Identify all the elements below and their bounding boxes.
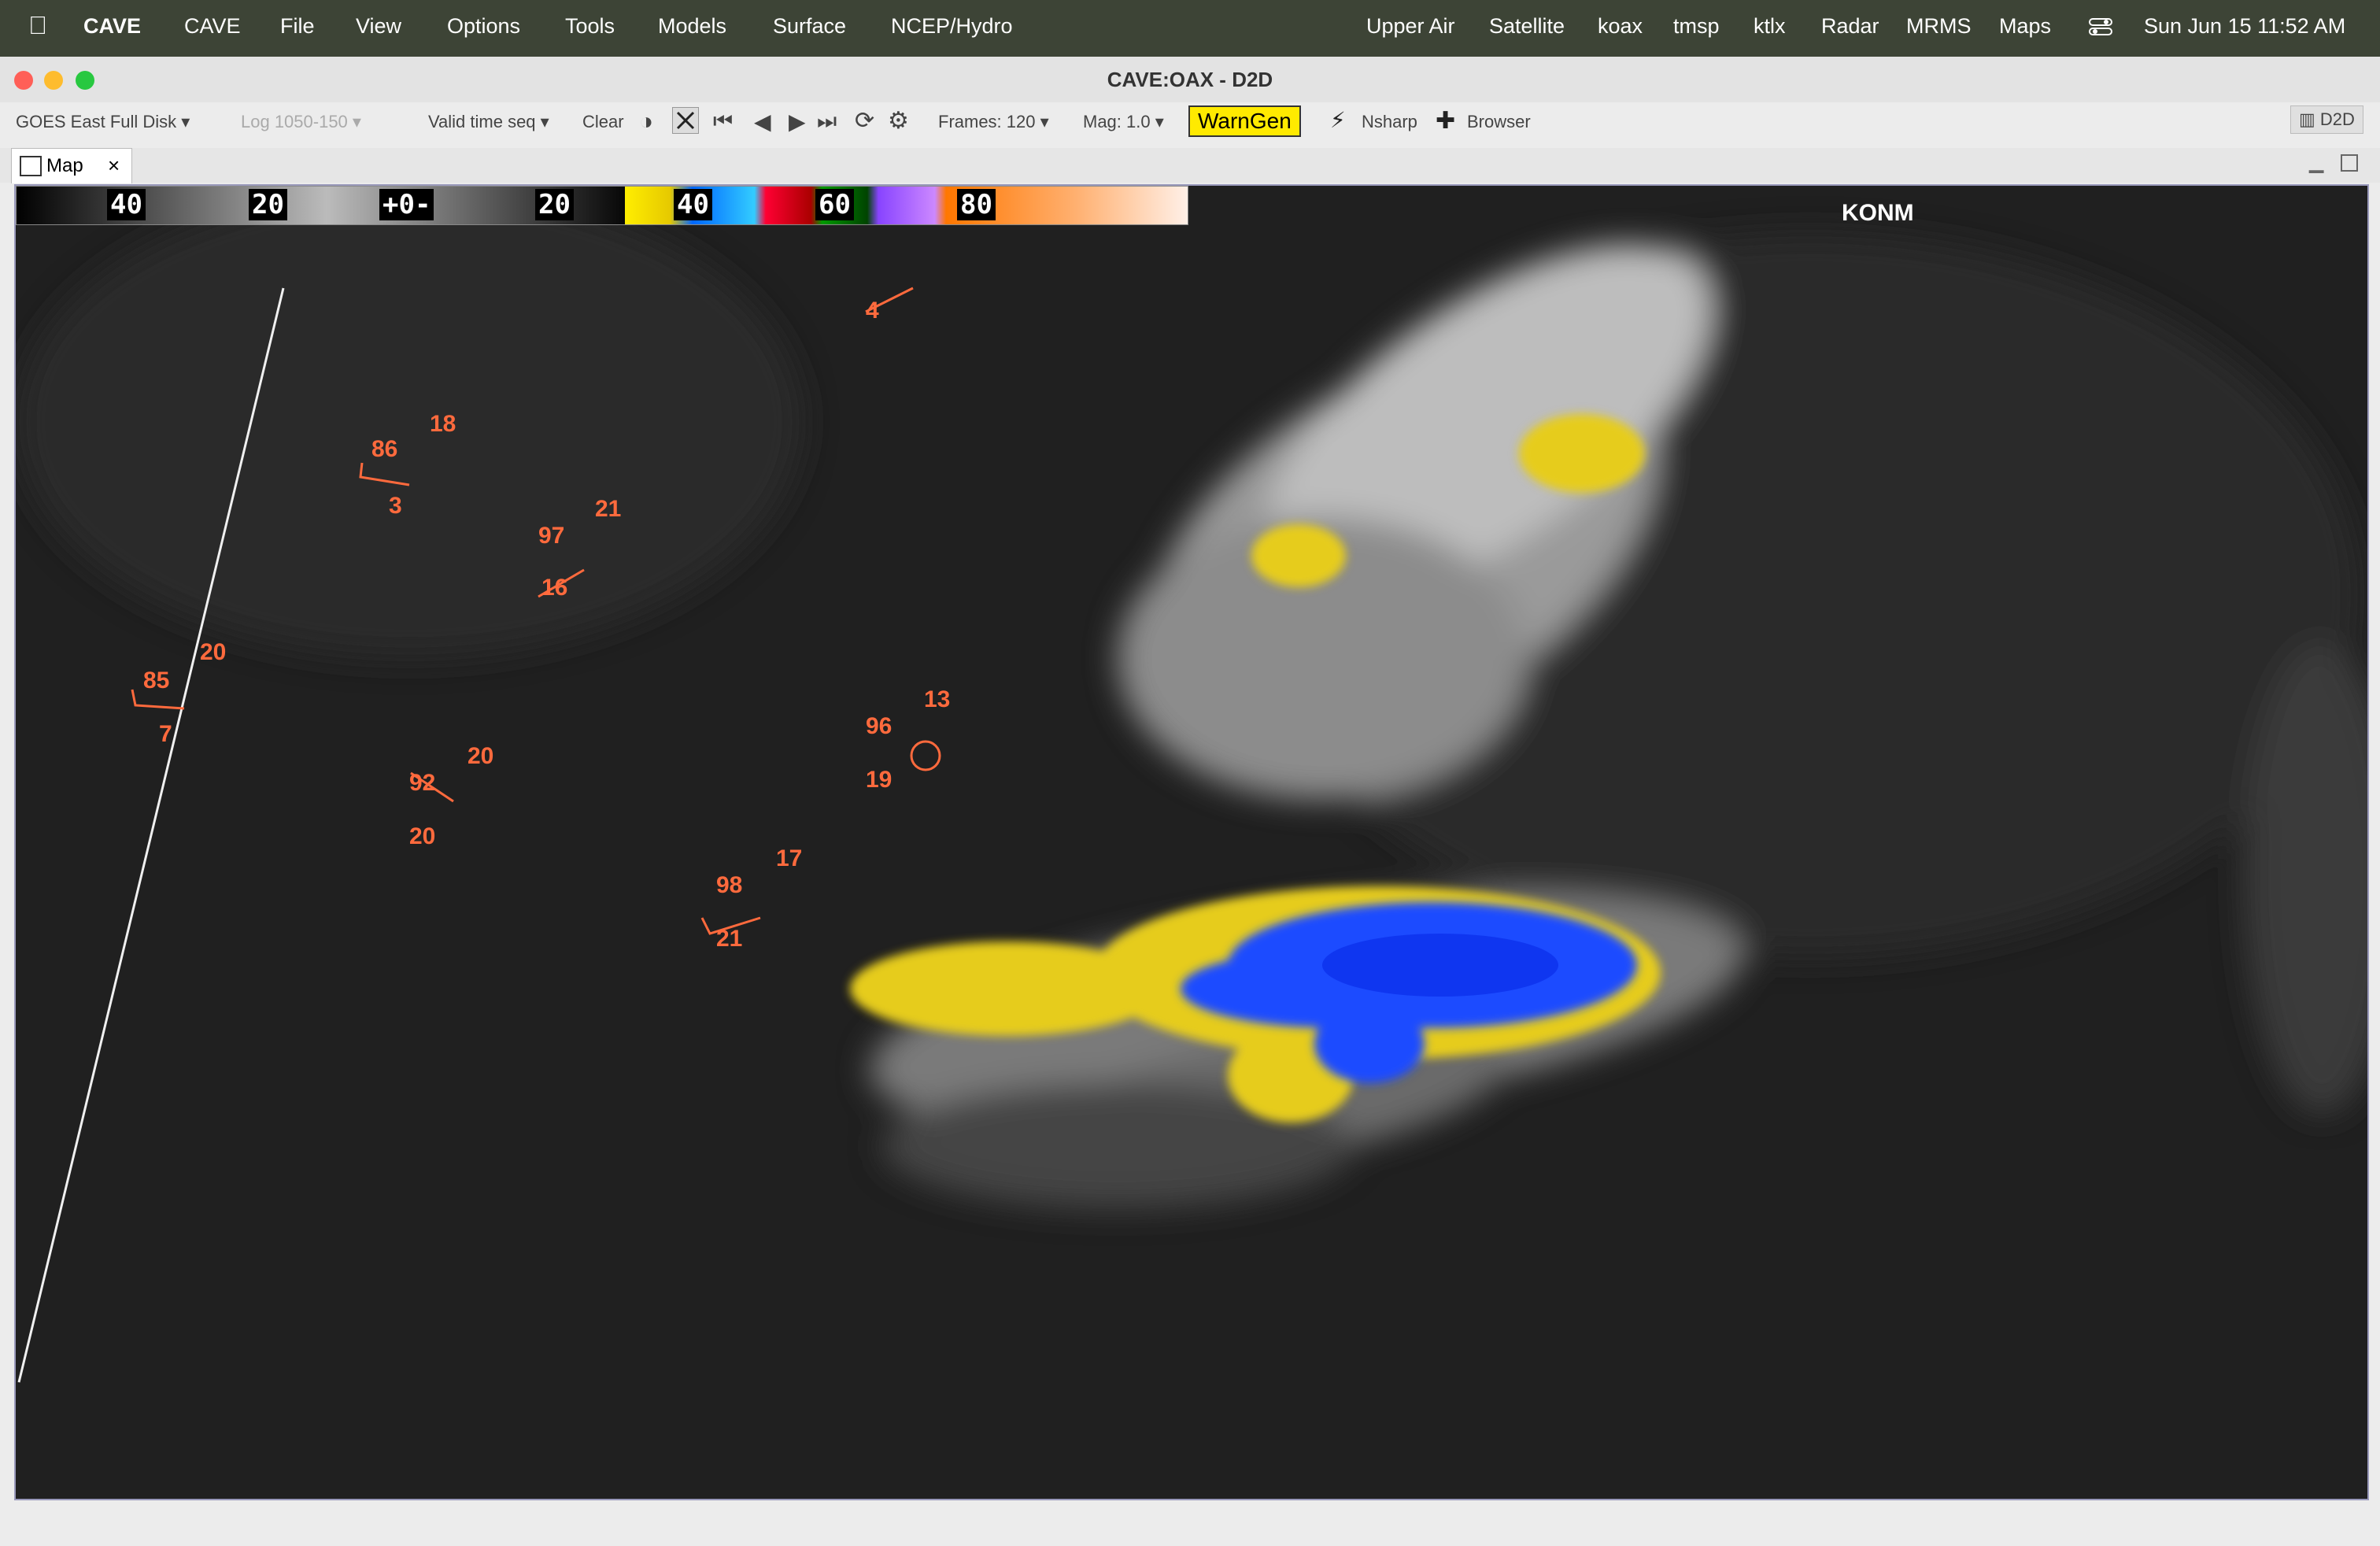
perspective-icon: ▥ xyxy=(2299,109,2315,129)
toolbar: GOES East Full Disk ▾ Log 1050-150 ▾ Val… xyxy=(0,102,2380,139)
log-scale-label: Log 1050-150 xyxy=(241,112,348,131)
menu-file[interactable]: File xyxy=(280,14,315,39)
mag-dropdown[interactable]: Mag: 1.0 ▾ xyxy=(1083,112,1164,132)
nsharp-button[interactable]: Nsharp xyxy=(1362,112,1417,132)
zoom-extent-icon[interactable] xyxy=(672,107,699,134)
step-back-icon[interactable]: ◀ xyxy=(754,109,771,135)
contrast-icon[interactable]: ◑ xyxy=(639,109,653,135)
control-center-icon[interactable] xyxy=(2089,17,2112,36)
menu-options[interactable]: Options xyxy=(447,14,520,39)
map-icon xyxy=(20,156,42,176)
first-frame-icon[interactable]: ⏮ xyxy=(713,109,733,135)
tab-bar: Map × ▁ xyxy=(0,148,2380,183)
tab-map-label: Map xyxy=(46,155,83,176)
menu-tools[interactable]: Tools xyxy=(565,14,615,39)
source-dropdown[interactable]: GOES East Full Disk ▾ xyxy=(16,112,190,132)
mag-label: Mag: 1.0 xyxy=(1083,112,1151,131)
nsharp-icon[interactable]: ⚡ xyxy=(1330,107,1346,133)
menu-cave[interactable]: CAVE xyxy=(184,14,241,39)
menu-view[interactable]: View xyxy=(356,14,401,39)
valid-time-label: Valid time seq xyxy=(428,112,536,131)
close-tab-icon[interactable]: × xyxy=(108,153,120,178)
warngen-button[interactable]: WarnGen xyxy=(1188,105,1301,137)
menu-ncep-hydro[interactable]: NCEP/Hydro xyxy=(891,14,1013,39)
app-menu[interactable]: CAVE xyxy=(83,14,141,39)
play-icon[interactable]: ▶ xyxy=(789,109,806,135)
refresh-icon[interactable]: ⟳ xyxy=(855,107,874,135)
menu-models[interactable]: Models xyxy=(658,14,726,39)
menu-mrms[interactable]: MRMS xyxy=(1906,14,1972,39)
maximize-view-icon[interactable] xyxy=(2341,154,2358,172)
source-label: GOES East Full Disk xyxy=(16,112,177,131)
apple-icon[interactable]:  xyxy=(28,11,47,40)
menubar-clock[interactable]: Sun Jun 15 11:52 AM xyxy=(2144,14,2345,39)
frames-dropdown[interactable]: Frames: 120 ▾ xyxy=(938,112,1049,132)
menu-ktlx[interactable]: ktlx xyxy=(1754,14,1786,39)
menu-tmsp[interactable]: tmsp xyxy=(1673,14,1720,39)
station-konm: KONM xyxy=(1842,200,1914,226)
perspective-button[interactable]: ▥ D2D xyxy=(2290,105,2363,134)
chevron-down-icon: ▾ xyxy=(181,112,190,131)
chevron-down-icon: ▾ xyxy=(352,112,361,131)
cave-window: CAVE:OAX - D2D GOES East Full Disk ▾ Log… xyxy=(0,57,2380,1546)
clear-button[interactable]: Clear xyxy=(582,112,624,132)
menu-maps[interactable]: Maps xyxy=(1999,14,2051,39)
menu-bar:  CAVE CAVE File View Options Tools Mode… xyxy=(0,0,2380,57)
valid-time-dropdown[interactable]: Valid time seq ▾ xyxy=(428,112,549,132)
last-frame-icon[interactable]: ⏭ xyxy=(817,109,837,135)
chevron-down-icon: ▾ xyxy=(540,112,549,131)
frames-label: Frames: 120 xyxy=(938,112,1036,131)
wind-barbs xyxy=(131,287,941,935)
status-bar xyxy=(0,1505,2380,1546)
plus-icon[interactable]: ✚ xyxy=(1436,107,1455,135)
gear-icon[interactable]: ⚙ xyxy=(888,107,909,135)
title-bar: CAVE:OAX - D2D xyxy=(0,57,2380,103)
chevron-down-icon: ▾ xyxy=(1040,112,1049,131)
window-title: CAVE:OAX - D2D xyxy=(1107,68,1273,91)
menu-surface[interactable]: Surface xyxy=(773,14,846,39)
browser-button[interactable]: Browser xyxy=(1467,112,1531,132)
menu-koax[interactable]: koax xyxy=(1598,14,1643,39)
menu-radar[interactable]: Radar xyxy=(1821,14,1879,39)
menu-satellite[interactable]: Satellite xyxy=(1489,14,1565,39)
chevron-down-icon: ▾ xyxy=(1155,112,1164,131)
minimize-view-icon[interactable]: ▁ xyxy=(2309,151,2323,174)
log-scale-dropdown[interactable]: Log 1050-150 ▾ xyxy=(241,112,361,132)
map-display[interactable]: 40 20 +0- 20 40 60 80 86 18 3 97 21 16 8… xyxy=(14,184,2369,1500)
perspective-label: D2D xyxy=(2319,109,2355,129)
tab-map[interactable]: Map × xyxy=(11,148,132,183)
menu-upper-air[interactable]: Upper Air xyxy=(1366,14,1455,39)
